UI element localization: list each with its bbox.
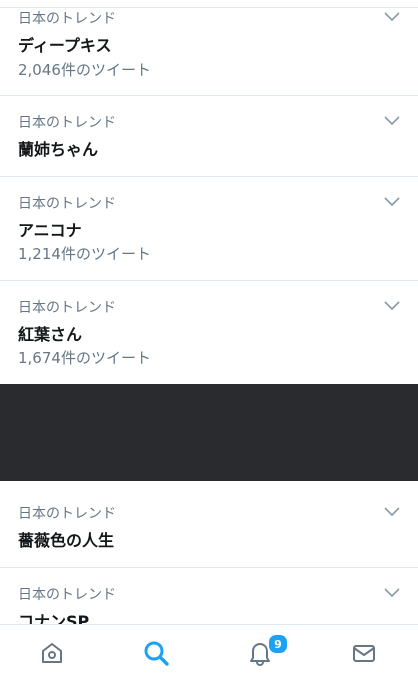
notification-badge: 9 (267, 633, 289, 655)
trend-name: 蘭姉ちゃん (18, 140, 99, 159)
chevron-down-icon[interactable] (384, 116, 400, 126)
trend-item[interactable]: 日本のトレンド アニコナ 1,214件のツイート (0, 177, 418, 281)
chevron-down-icon[interactable] (384, 197, 400, 207)
trend-context: 日本のトレンド (18, 115, 116, 131)
mail-icon (353, 645, 375, 662)
tab-search[interactable] (104, 625, 208, 681)
chevron-down-icon[interactable] (384, 12, 400, 22)
trend-context: 日本のトレンド (18, 587, 116, 603)
trend-tweet-count: 2,046件のツイート (18, 61, 151, 79)
chevron-down-icon[interactable] (384, 588, 400, 598)
trend-name: 薔薇色の人生 (18, 531, 115, 550)
tab-messages[interactable] (312, 625, 416, 681)
tab-notifications[interactable]: 9 (208, 625, 312, 681)
trend-tweet-count: 1,214件のツイート (18, 245, 151, 263)
bottom-tab-bar: 9 (0, 624, 418, 680)
trend-name: ディープキス (18, 36, 112, 55)
trend-item[interactable]: 日本のトレンド 薔薇色の人生 (0, 487, 418, 568)
trend-item[interactable]: 日本のトレンド コナンSP (0, 568, 418, 631)
trend-context: 日本のトレンド (18, 506, 116, 522)
trend-context: 日本のトレンド (18, 196, 116, 212)
chevron-down-icon[interactable] (384, 507, 400, 517)
tab-home[interactable] (0, 625, 104, 681)
trend-name: 紅葉さん (18, 325, 83, 344)
search-icon (144, 641, 169, 666)
trend-context: 日本のトレンド (18, 11, 116, 27)
trend-tweet-count: 1,674件のツイート (18, 349, 151, 367)
dark-banner (0, 384, 418, 481)
chevron-down-icon[interactable] (384, 301, 400, 311)
trend-item[interactable]: 日本のトレンド ディープキス 2,046件のツイート (0, 0, 418, 96)
trend-item[interactable]: 日本のトレンド 蘭姉ちゃん (0, 96, 418, 177)
home-icon (42, 643, 62, 663)
trend-item[interactable]: 日本のトレンド 紅葉さん 1,674件のツイート (0, 281, 418, 384)
trend-context: 日本のトレンド (18, 300, 116, 316)
trend-name: アニコナ (18, 221, 82, 240)
